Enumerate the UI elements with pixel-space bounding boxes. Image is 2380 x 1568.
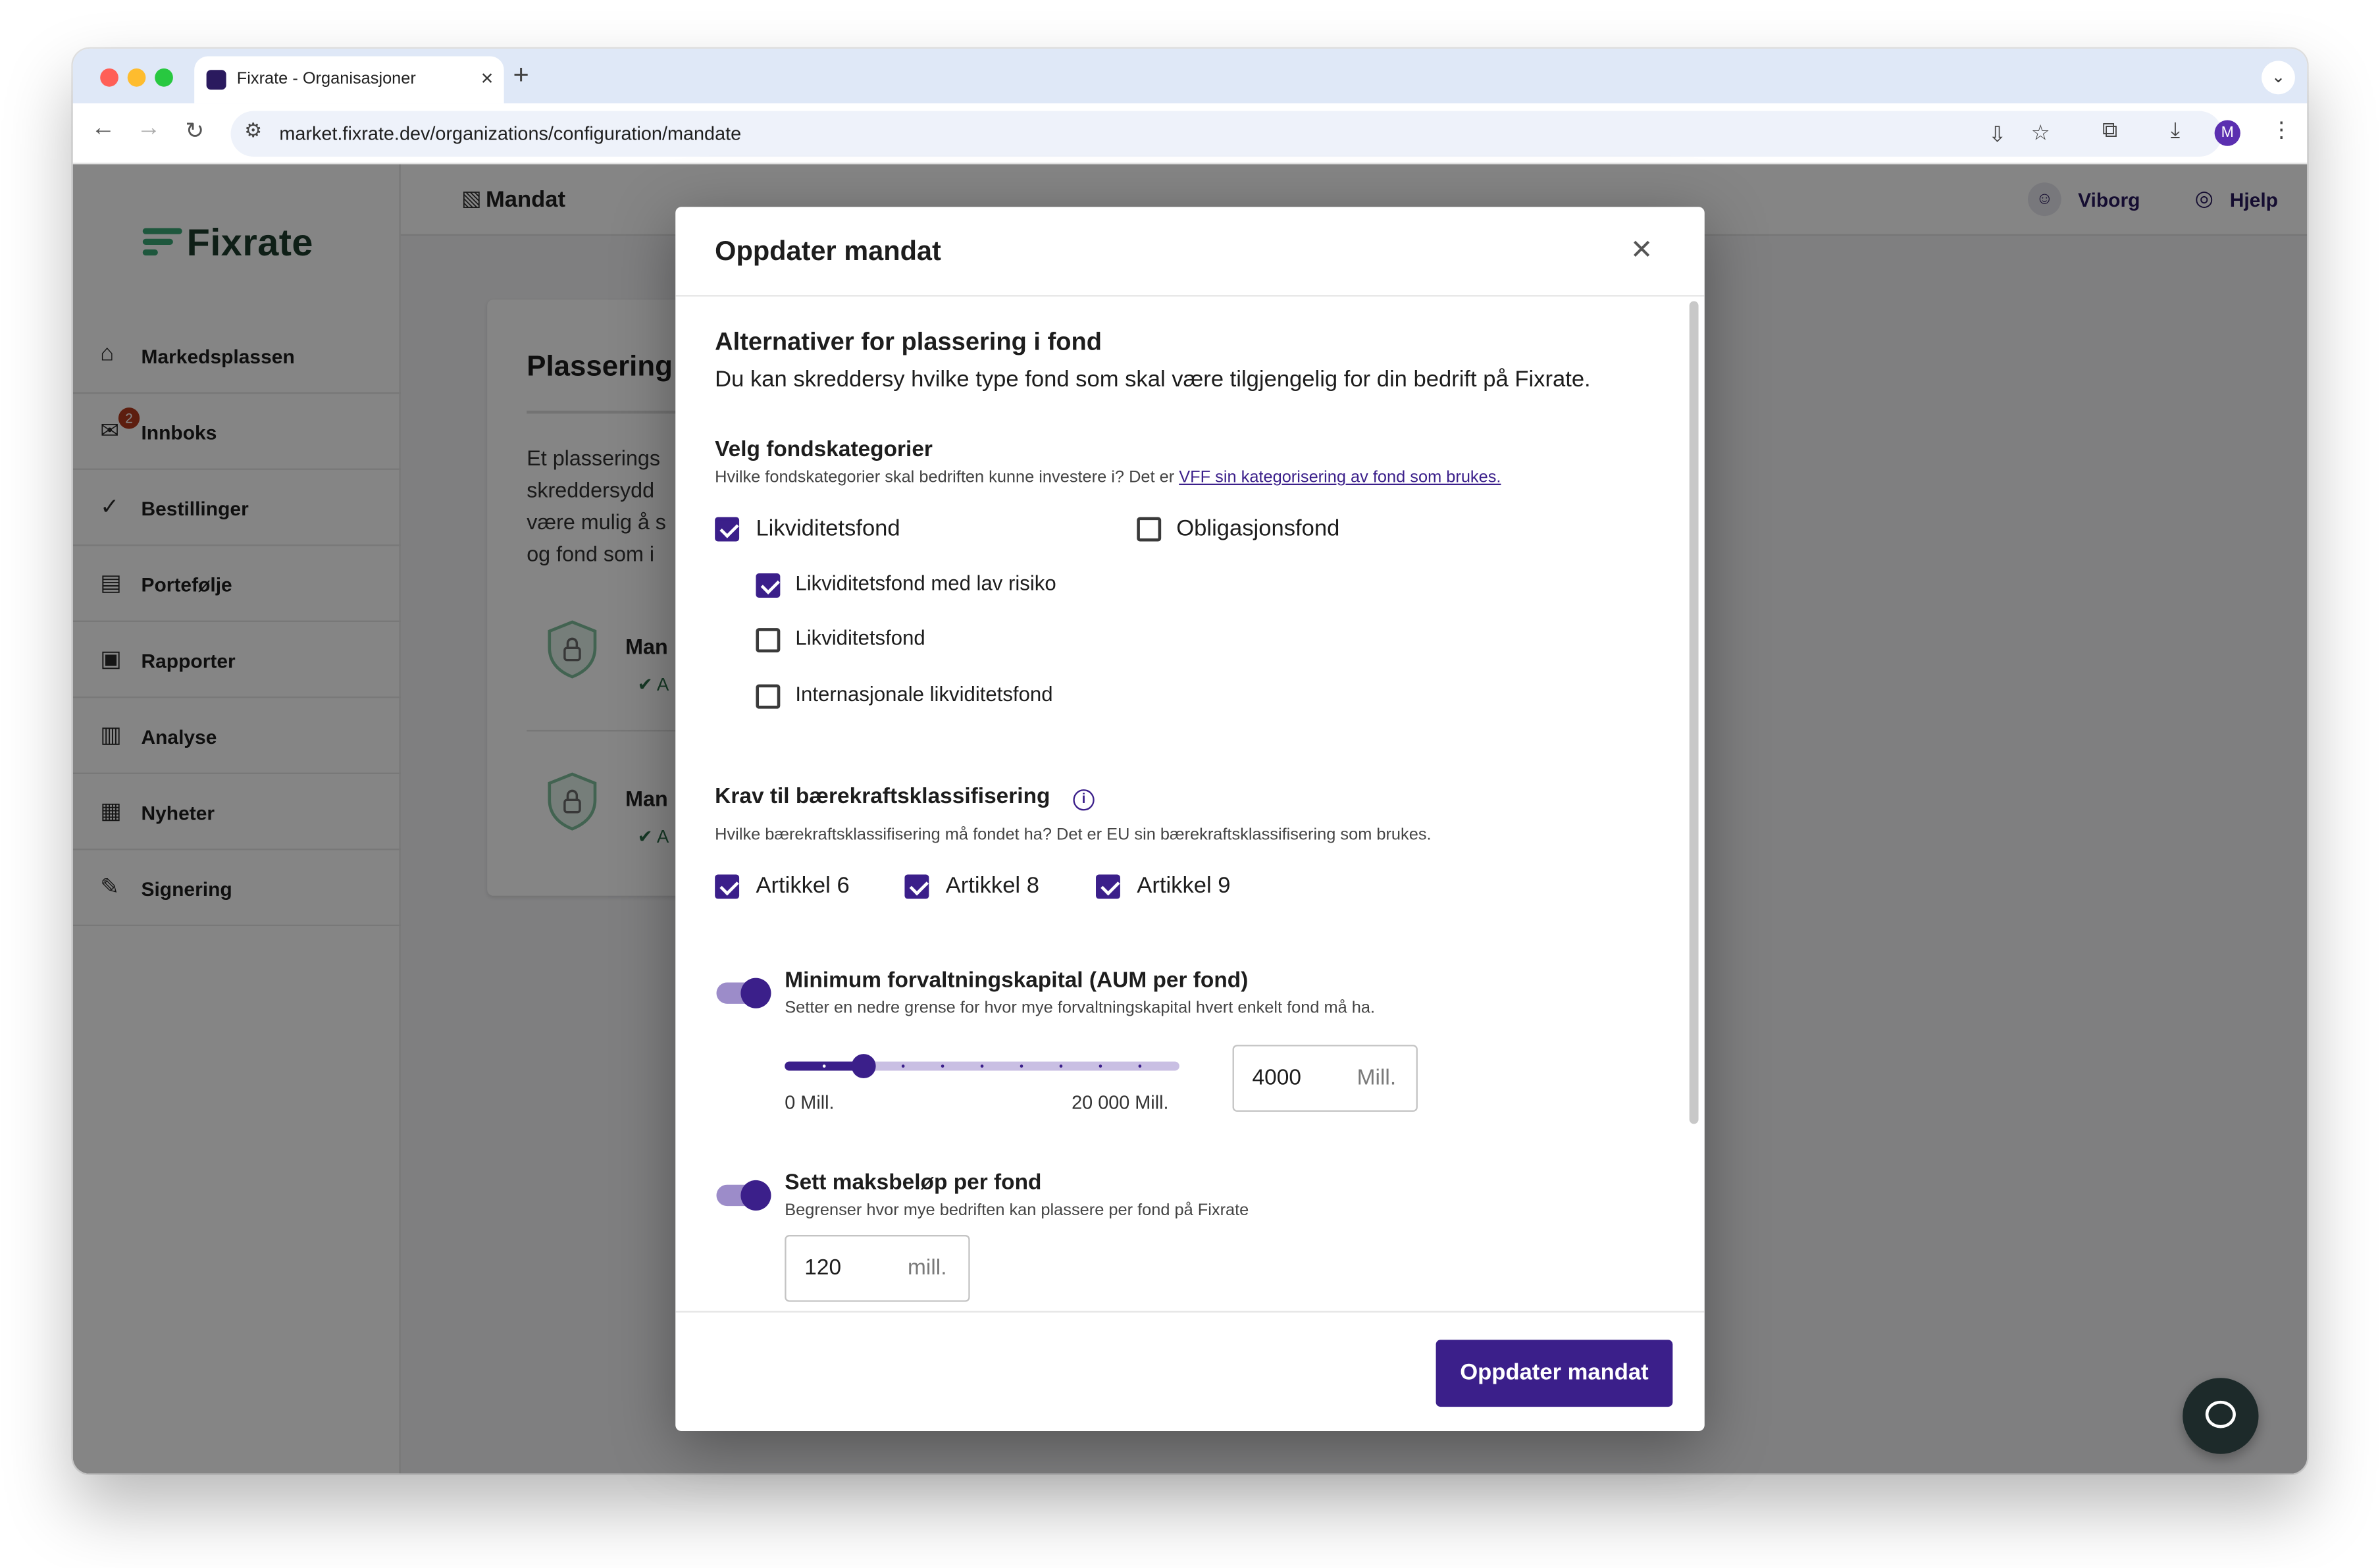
min-aum-description: Setter en nedre grense for hvor mye forv… <box>785 999 1376 1018</box>
slider-tick <box>1020 1064 1023 1068</box>
dialog-title: Oppdater mandat <box>715 236 941 267</box>
tab-title: Fixrate - Organisasjoner <box>236 70 416 89</box>
new-tab-icon[interactable]: + <box>513 59 529 91</box>
checkbox-label: Artikkel 8 <box>945 873 1039 899</box>
close-window-button[interactable] <box>100 68 118 87</box>
slider-thumb[interactable] <box>851 1054 876 1079</box>
min-aum-toggle[interactable] <box>716 978 771 1008</box>
checkbox-likviditetsfond[interactable] <box>715 517 740 542</box>
tab-strip: Fixrate - Organisasjoner × + ⌄ <box>72 48 2308 104</box>
slider-tick <box>941 1064 944 1068</box>
checkbox-label: Likviditetsfond <box>795 626 925 650</box>
max-amount-unit: mill. <box>908 1256 947 1281</box>
dialog-footer: Oppdater mandat <box>675 1311 1705 1432</box>
update-mandate-dialog: Oppdater mandat ✕ Alternativer for plass… <box>675 207 1705 1432</box>
url-text: market.fixrate.dev/organizations/configu… <box>279 123 742 145</box>
slider-tick <box>980 1064 984 1068</box>
close-icon[interactable]: ✕ <box>1630 234 1653 267</box>
slider-tick <box>1059 1064 1063 1068</box>
slider-min-label: 0 Mill. <box>785 1091 835 1114</box>
checkbox-label: Obligasjonsfond <box>1176 515 1340 542</box>
checkbox-artikkel-9[interactable] <box>1096 874 1120 899</box>
checkbox-label: Likviditetsfond med lav risiko <box>795 571 1056 595</box>
tab-search-chevron-icon[interactable]: ⌄ <box>2262 61 2295 95</box>
dialog-header: Oppdater mandat ✕ <box>675 207 1705 297</box>
min-aum-slider[interactable] <box>785 1054 1179 1079</box>
vff-categorization-link[interactable]: VFF sin kategorisering av fond som bruke… <box>1179 469 1501 487</box>
install-app-icon[interactable]: ⇩ <box>1988 122 2006 147</box>
fund-categories-description: Hvilke fondskategorier skal bedriften ku… <box>715 468 1501 487</box>
browser-menu-icon[interactable]: ⋮ <box>2271 117 2292 143</box>
checkbox-label: Likviditetsfond <box>756 515 900 542</box>
max-amount-toggle[interactable] <box>716 1180 771 1211</box>
checkbox-artikkel-6[interactable] <box>715 874 740 899</box>
dialog-scrollbar[interactable] <box>1689 301 1699 1124</box>
address-bar[interactable]: ⚙ market.fixrate.dev/organizations/confi… <box>230 111 2223 157</box>
update-mandate-button[interactable]: Oppdater mandat <box>1436 1340 1673 1407</box>
checkbox-label: Artikkel 9 <box>1137 873 1231 899</box>
dialog-body: Alternativer for plassering i fond Du ka… <box>675 298 1686 1311</box>
back-arrow-icon[interactable]: ← <box>91 116 115 144</box>
chat-button[interactable] <box>2183 1378 2259 1454</box>
browser-toolbar: ← → ↻ ⚙ market.fixrate.dev/organizations… <box>72 103 2308 165</box>
sustainability-description: Hvilke bærekraftsklassifisering må fonde… <box>715 825 1432 845</box>
checkbox-label: Internasjonale likviditetsfond <box>795 683 1053 706</box>
max-amount-value: 120 <box>804 1256 842 1281</box>
min-aum-unit: Mill. <box>1357 1066 1397 1091</box>
fund-categories-title: Velg fondskategorier <box>715 438 933 463</box>
sustainability-title: Krav til bærekraftsklassifisering <box>715 785 1050 810</box>
checkbox-label: Artikkel 6 <box>756 873 850 899</box>
slider-tick <box>822 1064 826 1068</box>
min-aum-input[interactable]: 4000 Mill. <box>1232 1045 1418 1112</box>
min-aum-value: 4000 <box>1252 1066 1301 1091</box>
checkbox-artikkel-8[interactable] <box>904 874 929 899</box>
downloads-icon[interactable]: ⤓ <box>2171 117 2180 143</box>
section-description: Du kan skreddersy hvilke type fond som s… <box>715 366 1591 393</box>
max-amount-title: Sett maksbeløp per fond <box>785 1170 1042 1195</box>
checkbox-internasjonale[interactable] <box>756 684 781 709</box>
profile-avatar[interactable]: M <box>2214 120 2240 146</box>
min-aum-title: Minimum forvaltningskapital (AUM per fon… <box>785 968 1249 993</box>
checkbox-likviditetsfond-sub[interactable] <box>756 628 781 653</box>
max-amount-description: Begrenser hvor mye bedriften kan plasser… <box>785 1201 1249 1220</box>
slider-tick <box>1099 1064 1102 1068</box>
bookmark-star-icon[interactable]: ☆ <box>2031 120 2050 146</box>
slider-tick <box>1138 1064 1142 1068</box>
chat-bubble-icon <box>2205 1400 2236 1428</box>
site-settings-icon[interactable]: ⚙ <box>244 118 262 143</box>
browser-tab[interactable]: Fixrate - Organisasjoner × <box>194 56 504 104</box>
checkbox-obligasjonsfond[interactable] <box>1137 517 1162 542</box>
fixrate-favicon-icon <box>206 70 226 90</box>
slider-tick <box>901 1064 905 1068</box>
slider-max-label: 20 000 Mill. <box>1072 1091 1169 1114</box>
max-amount-input[interactable]: 120 mill. <box>785 1235 970 1302</box>
close-tab-icon[interactable]: × <box>481 65 494 90</box>
forward-arrow-icon[interactable]: → <box>137 116 161 144</box>
maximize-window-button[interactable] <box>155 68 173 87</box>
minimize-window-button[interactable] <box>127 68 146 87</box>
reload-icon[interactable]: ↻ <box>185 117 204 144</box>
info-icon[interactable]: i <box>1073 789 1095 811</box>
section-title: Alternativer for plassering i fond <box>715 328 1102 356</box>
checkbox-lav-risiko[interactable] <box>756 573 781 598</box>
extensions-icon[interactable]: ⧉ <box>2102 117 2117 143</box>
